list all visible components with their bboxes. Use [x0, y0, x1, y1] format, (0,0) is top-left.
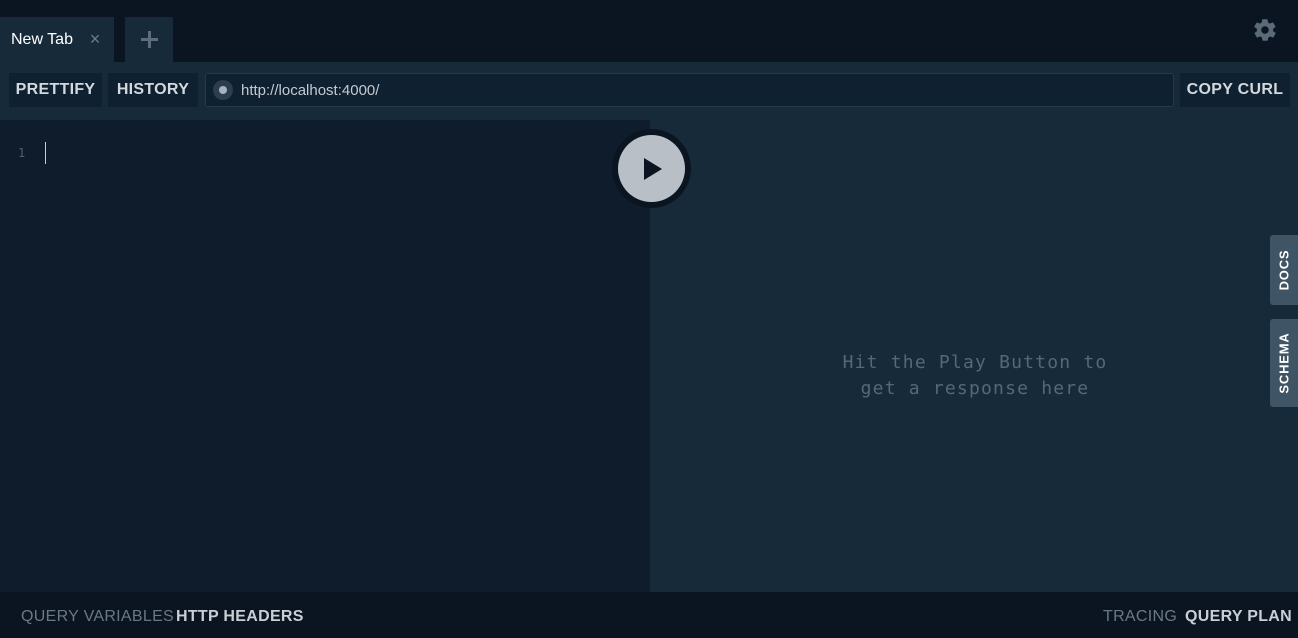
close-icon[interactable]: ×	[88, 29, 102, 49]
schema-tab[interactable]: SCHEMA	[1270, 319, 1298, 407]
prettify-button[interactable]: PRETTIFY	[9, 73, 102, 107]
play-icon	[644, 158, 662, 180]
tracing-tab[interactable]: TRACING	[1103, 608, 1177, 626]
schema-tab-label: SCHEMA	[1276, 332, 1292, 394]
execute-query-button[interactable]	[612, 129, 691, 208]
result-placeholder: Hit the Play Button to get a response he…	[842, 352, 1108, 399]
footer-bar: QUERY VARIABLES HTTP HEADERS TRACING QUE…	[0, 592, 1298, 638]
text-cursor	[45, 142, 46, 164]
new-tab-button[interactable]	[125, 17, 173, 62]
endpoint-url-bar	[205, 73, 1174, 107]
docs-tab[interactable]: DOCS	[1270, 235, 1298, 305]
copy-curl-button[interactable]: COPY CURL	[1180, 73, 1290, 107]
result-pane: Hit the Play Button to get a response he…	[650, 120, 1298, 592]
history-button[interactable]: HISTORY	[108, 73, 198, 107]
query-variables-tab[interactable]: QUERY VARIABLES	[21, 608, 174, 626]
play-button-face	[618, 135, 685, 202]
toolbar: PRETTIFY HISTORY COPY CURL	[0, 62, 1298, 120]
line-number: 1	[18, 146, 26, 160]
docs-tab-label: DOCS	[1276, 249, 1292, 291]
query-editor[interactable]: 1	[0, 120, 650, 592]
endpoint-url-input[interactable]	[239, 74, 1139, 106]
tab-new-tab[interactable]: New Tab ×	[0, 17, 114, 62]
connection-status-icon	[213, 80, 233, 100]
tab-label: New Tab	[11, 30, 73, 48]
tab-bar: New Tab ×	[0, 0, 1298, 62]
plus-icon	[141, 31, 158, 48]
gear-icon[interactable]	[1252, 17, 1278, 43]
query-plan-tab[interactable]: QUERY PLAN	[1185, 608, 1292, 626]
http-headers-tab[interactable]: HTTP HEADERS	[176, 608, 304, 626]
